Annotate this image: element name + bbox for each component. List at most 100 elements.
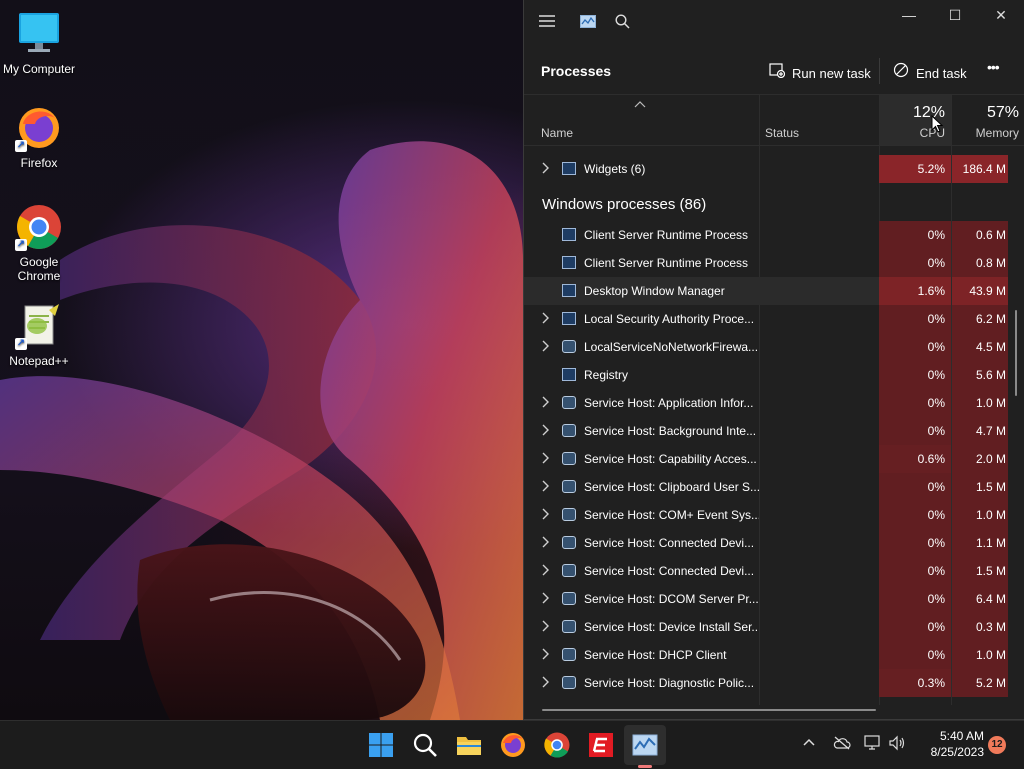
- process-cpu: 0%: [879, 557, 951, 585]
- network-icon[interactable]: [864, 735, 882, 754]
- process-row[interactable]: Service Host: Device Install Ser... 0% 0.3…: [524, 613, 1008, 641]
- process-memory: 1.0 M: [952, 389, 1008, 417]
- expand-chevron-icon[interactable]: [541, 452, 553, 467]
- expand-chevron-icon[interactable]: [541, 162, 553, 177]
- end-task-button[interactable]: End task: [892, 62, 967, 81]
- process-memory: 1.0 M: [952, 641, 1008, 669]
- process-cpu: 0%: [879, 529, 951, 557]
- process-row[interactable]: Service Host: Connected Devi... 0% 1.5 M: [524, 557, 1008, 585]
- expand-chevron-icon[interactable]: [541, 424, 553, 439]
- process-cpu: 0%: [879, 641, 951, 669]
- process-row[interactable]: Service Host: Application Infor... 0% 1.0 …: [524, 389, 1008, 417]
- expand-chevron-icon[interactable]: [541, 676, 553, 691]
- expand-chevron-icon[interactable]: [541, 564, 553, 579]
- process-memory: 4.5 M: [952, 333, 1008, 361]
- process-cpu: 0%: [879, 389, 951, 417]
- expand-chevron-icon[interactable]: [541, 508, 553, 523]
- firefox-icon[interactable]: [499, 731, 527, 759]
- process-name: Widgets (6): [584, 162, 646, 176]
- expand-chevron-icon[interactable]: [541, 536, 553, 551]
- process-row[interactable]: Service Host: DHCP Client 0% 1.0 M: [524, 641, 1008, 669]
- expand-chevron-icon[interactable]: [541, 620, 553, 635]
- desktop-icon-label: Notepad++: [9, 354, 69, 368]
- process-row[interactable]: Client Server Runtime Process 0% 0.8 M: [524, 249, 1008, 277]
- hamburger-icon[interactable]: [539, 14, 555, 33]
- process-name: Service Host: Capability Acces...: [584, 452, 757, 466]
- desktop-icon-google-chrome[interactable]: ↗ Google Chrome: [0, 203, 78, 283]
- process-cpu: 0%: [879, 333, 951, 361]
- desktop-icon-my-computer[interactable]: My Computer: [0, 10, 78, 76]
- clock-date: 8/25/2023: [930, 745, 984, 759]
- close-button[interactable]: ✕: [978, 0, 1024, 32]
- service-gear-icon: [562, 424, 576, 437]
- process-row[interactable]: Service Host: Connected Devi... 0% 1.1 M: [524, 529, 1008, 557]
- process-row[interactable]: Service Host: Clipboard User S... 0% 1.5 M: [524, 473, 1008, 501]
- column-name[interactable]: Name: [541, 126, 573, 140]
- process-cpu: 5.2%: [879, 155, 951, 183]
- vertical-scrollbar[interactable]: [1015, 310, 1017, 396]
- process-row[interactable]: Client Server Runtime Process 0% 0.6 M: [524, 221, 1008, 249]
- expand-chevron-icon[interactable]: [541, 312, 553, 327]
- more-options-button[interactable]: •••: [987, 59, 1000, 75]
- process-list: Widgets (6) 5.2% 186.4 M Windows processes …: [524, 145, 1024, 705]
- expand-chevron-icon[interactable]: [541, 648, 553, 663]
- process-row[interactable]: LocalServiceNoNetworkFirewa... 0% 4.5 M: [524, 333, 1008, 361]
- process-name: Client Server Runtime Process: [584, 256, 749, 270]
- memory-total: 57%: [986, 104, 1019, 121]
- column-status[interactable]: Status: [765, 126, 799, 140]
- process-row[interactable]: Service Host: DCOM Server Pr... 0% 6.4 M: [524, 585, 1008, 613]
- show-hidden-icons-button[interactable]: [802, 735, 816, 752]
- process-row[interactable]: Service Host: COM+ Event Sys... 0% 1.0 M: [524, 501, 1008, 529]
- mouse-cursor-icon: [931, 114, 944, 138]
- process-cpu: 1.6%: [879, 277, 951, 305]
- file-explorer-icon[interactable]: [455, 731, 483, 759]
- service-gear-icon: [562, 620, 576, 633]
- process-name: Local Security Authority Proce...: [584, 312, 755, 326]
- volume-icon[interactable]: [888, 735, 906, 754]
- expand-chevron-icon[interactable]: [541, 480, 553, 495]
- process-row[interactable]: Widgets (6) 5.2% 186.4 M: [524, 155, 1008, 183]
- process-row[interactable]: Service Host: Diagnostic Polic... 0.3% 5.2…: [524, 669, 1008, 697]
- process-row[interactable]: Registry 0% 5.6 M: [524, 361, 1008, 389]
- service-gear-icon: [562, 676, 576, 689]
- process-memory: 1.1 M: [952, 529, 1008, 557]
- expand-chevron-icon[interactable]: [541, 592, 553, 607]
- process-memory: 0.8 M: [952, 249, 1008, 277]
- column-memory[interactable]: 57% Memory: [952, 95, 1024, 145]
- process-cpu: 0%: [879, 473, 951, 501]
- process-memory: 1.5 M: [952, 557, 1008, 585]
- expand-chevron-icon[interactable]: [541, 396, 553, 411]
- process-row[interactable]: Desktop Window Manager 1.6% 43.9 M: [524, 277, 1008, 305]
- search-icon[interactable]: [615, 14, 630, 34]
- service-gear-icon: [562, 396, 576, 409]
- horizontal-scrollbar[interactable]: [542, 709, 876, 711]
- process-name: Service Host: Device Install Ser...: [584, 620, 759, 634]
- minimize-button[interactable]: —: [886, 0, 932, 32]
- column-header: Name Status 12% CPU 57% Memory: [524, 94, 1024, 146]
- taskmanager-icon[interactable]: [624, 725, 666, 768]
- process-window-icon: [562, 368, 576, 381]
- chrome-icon[interactable]: [543, 731, 571, 759]
- run-new-task-button[interactable]: Run new task: [768, 62, 871, 81]
- process-cpu: 0%: [879, 501, 951, 529]
- process-memory: 1.0 M: [952, 501, 1008, 529]
- process-cpu: 0%: [879, 221, 951, 249]
- process-row[interactable]: Local Security Authority Proce... 0% 6.2 M: [524, 305, 1008, 333]
- process-row[interactable]: Service Host: Background Inte... 0% 4.7 M: [524, 417, 1008, 445]
- maximize-button[interactable]: ☐: [932, 0, 978, 32]
- clock[interactable]: 5:40 AM 8/25/2023: [912, 728, 984, 760]
- taskmanager-icon: [580, 15, 596, 33]
- notification-badge[interactable]: 12: [988, 736, 1006, 754]
- app-red-e-icon[interactable]: [587, 731, 615, 759]
- search-icon[interactable]: [411, 731, 439, 759]
- windows-start-icon[interactable]: [367, 731, 395, 759]
- process-name: Service Host: DCOM Server Pr...: [584, 592, 759, 606]
- process-row[interactable]: Service Host: Capability Acces... 0.6% 2.0…: [524, 445, 1008, 473]
- process-memory: 186.4 M: [952, 155, 1008, 183]
- expand-chevron-icon[interactable]: [541, 340, 553, 355]
- desktop-icon-firefox[interactable]: ↗ Firefox: [0, 104, 78, 170]
- onedrive-offline-icon[interactable]: [833, 736, 851, 753]
- desktop-icon-label: Google Chrome: [17, 255, 61, 283]
- desktop-icon-notepadpp[interactable]: ↗ Notepad++: [0, 302, 78, 368]
- desktop-icon-label: My Computer: [2, 62, 76, 76]
